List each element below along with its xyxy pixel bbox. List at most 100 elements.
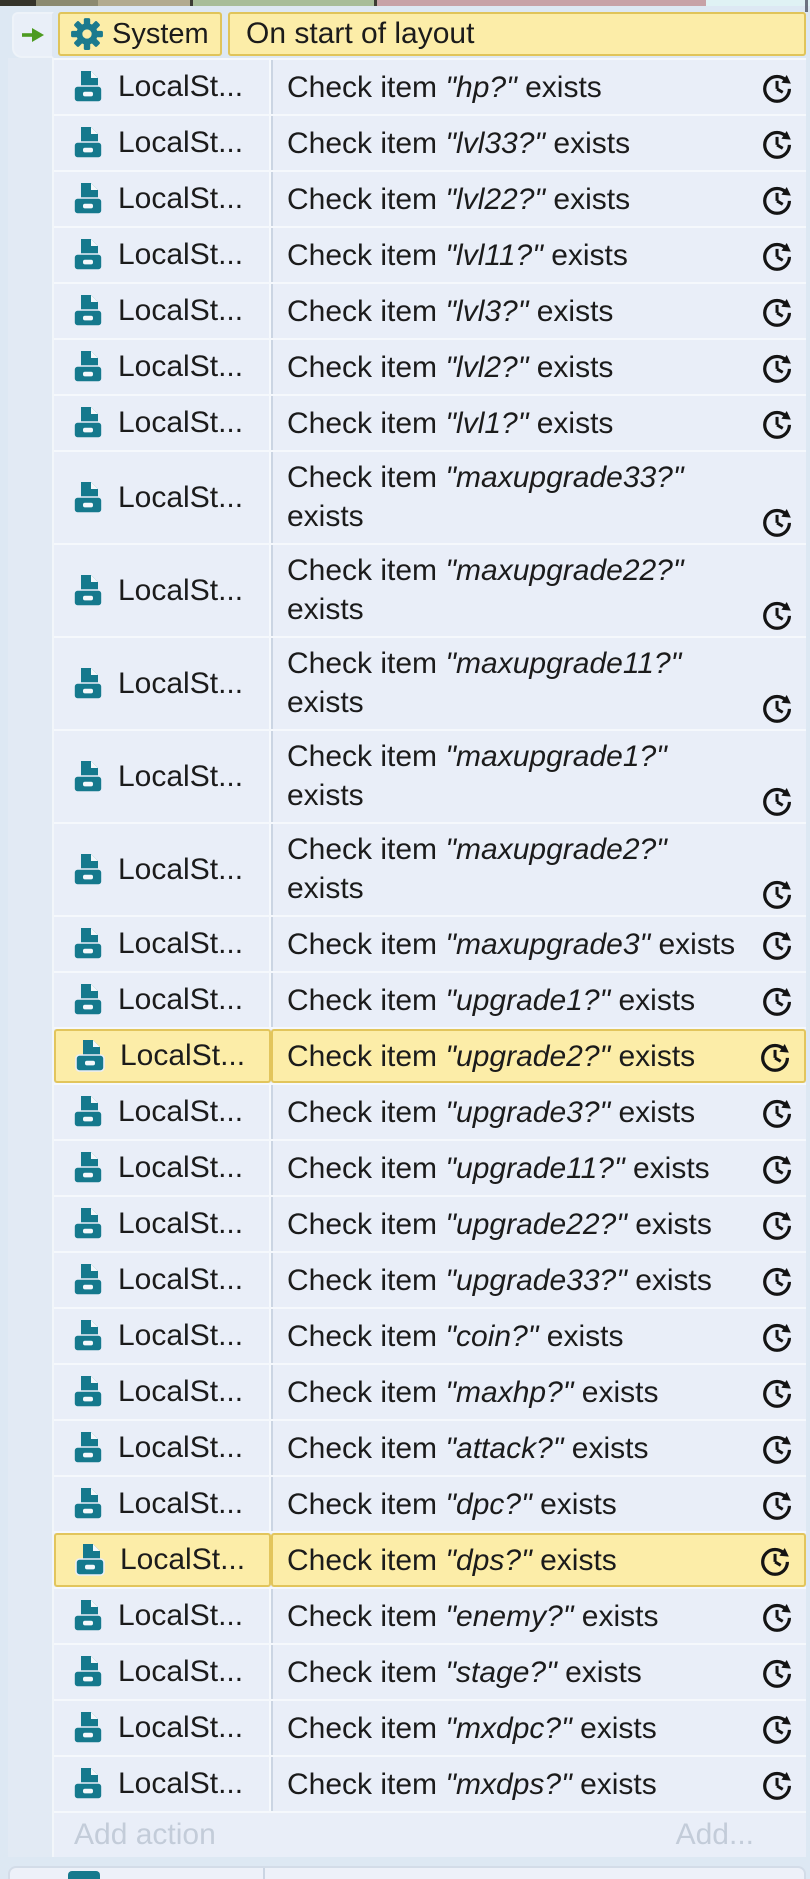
action-row[interactable]: LocalSt... Check item "upgrade2?" exists [54,1027,806,1083]
action-object-cell[interactable]: LocalSt... [54,1589,271,1643]
next-event-block[interactable] [8,1866,806,1879]
action-text-cell[interactable]: Check item "lvl33?" exists [271,116,806,170]
action-row[interactable]: LocalSt... Check item "upgrade1?" exists [54,971,806,1027]
action-row[interactable]: LocalSt... Check item "mxdpc?" exists [54,1699,806,1755]
action-object-name: LocalSt... [118,182,244,215]
action-text-cell[interactable]: Check item "upgrade11?" exists [271,1141,806,1195]
action-text-cell[interactable]: Check item "maxupgrade22?" exists [271,545,806,636]
action-text-prefix: Check item [287,1487,438,1521]
action-text-cell[interactable]: Check item "upgrade1?" exists [271,973,806,1027]
action-text-suffix: exists [287,872,364,905]
action-object-cell[interactable]: LocalSt... [54,1029,271,1083]
action-object-cell[interactable]: LocalSt... [54,1477,271,1531]
action-text-cell[interactable]: Check item "maxupgrade1?" exists [271,731,806,822]
action-row[interactable]: LocalSt... Check item "lvl11?" exists [54,226,806,282]
action-text-cell[interactable]: Check item "maxupgrade2?" exists [271,824,806,915]
action-text-cell[interactable]: Check item "lvl2?" exists [271,340,806,394]
action-text-cell[interactable]: Check item "hp?" exists [271,60,806,114]
action-object-cell[interactable]: LocalSt... [54,1365,271,1419]
action-row[interactable]: LocalSt... Check item "stage?" exists [54,1643,806,1699]
action-text-cell[interactable]: Check item "maxupgrade33?" exists [271,452,806,543]
action-row[interactable]: LocalSt... Check item "dpc?" exists [54,1475,806,1531]
action-row[interactable]: LocalSt... Check item "maxupgrade3" exis… [54,915,806,971]
localstorage-icon [70,480,106,516]
action-object-cell[interactable]: LocalSt... [54,1197,271,1251]
action-row[interactable]: LocalSt... Check item "hp?" exists [54,58,806,114]
action-item-name: "lvl11?" [445,238,543,272]
action-row[interactable]: LocalSt... Check item "mxdps?" exists [54,1755,806,1811]
action-text-cell[interactable]: Check item "dpc?" exists [271,1477,806,1531]
action-object-name: LocalSt... [118,406,244,439]
action-row[interactable]: LocalSt... Check item "upgrade3?" exists [54,1083,806,1139]
action-row[interactable]: LocalSt... Check item "maxupgrade11?" ex… [54,636,806,729]
action-object-cell[interactable]: LocalSt... [54,1701,271,1755]
action-row[interactable]: LocalSt... Check item "lvl22?" exists [54,170,806,226]
async-action-icon [759,1149,797,1187]
action-row[interactable]: LocalSt... Check item "maxupgrade22?" ex… [54,543,806,636]
action-object-cell[interactable]: LocalSt... [54,638,271,729]
action-row[interactable]: LocalSt... Check item "maxupgrade1?" exi… [54,729,806,822]
action-text-cell[interactable]: Check item "upgrade33?" exists [271,1253,806,1307]
action-object-cell[interactable]: LocalSt... [54,452,271,543]
action-object-cell[interactable]: LocalSt... [54,1421,271,1475]
action-row[interactable]: LocalSt... Check item "upgrade33?" exist… [54,1251,806,1307]
action-text-suffix: exists [551,238,628,272]
action-object-cell[interactable]: LocalSt... [54,973,271,1027]
action-row[interactable]: LocalSt... Check item "dps?" exists [54,1531,806,1587]
add-action-link[interactable]: Add action [54,1818,216,1852]
action-text-cell[interactable]: Check item "maxupgrade3" exists [271,917,806,971]
action-text-cell[interactable]: Check item "dps?" exists [271,1533,806,1587]
action-object-cell[interactable]: LocalSt... [54,1533,271,1587]
action-row[interactable]: LocalSt... Check item "maxupgrade2?" exi… [54,822,806,915]
action-object-cell[interactable]: LocalSt... [54,284,271,338]
action-text-cell[interactable]: Check item "stage?" exists [271,1645,806,1699]
action-row[interactable]: LocalSt... Check item "lvl3?" exists [54,282,806,338]
event-margin-box[interactable] [12,12,54,58]
action-object-cell[interactable]: LocalSt... [54,116,271,170]
action-text-cell[interactable]: Check item "lvl22?" exists [271,172,806,226]
action-row[interactable]: LocalSt... Check item "enemy?" exists [54,1587,806,1643]
action-object-cell[interactable]: LocalSt... [54,172,271,226]
action-object-cell[interactable]: LocalSt... [54,824,271,915]
action-object-cell[interactable]: LocalSt... [54,917,271,971]
action-text-cell[interactable]: Check item "attack?" exists [271,1421,806,1475]
action-row[interactable]: LocalSt... Check item "lvl2?" exists [54,338,806,394]
action-row[interactable]: LocalSt... Check item "coin?" exists [54,1307,806,1363]
action-row[interactable]: LocalSt... Check item "upgrade22?" exist… [54,1195,806,1251]
action-row[interactable]: LocalSt... Check item "lvl1?" exists [54,394,806,450]
action-object-cell[interactable]: LocalSt... [54,396,271,450]
action-text-cell[interactable]: Check item "lvl3?" exists [271,284,806,338]
action-object-cell[interactable]: LocalSt... [54,228,271,282]
action-object-cell[interactable]: LocalSt... [54,1141,271,1195]
action-text-cell[interactable]: Check item "enemy?" exists [271,1589,806,1643]
action-text-cell[interactable]: Check item "upgrade22?" exists [271,1197,806,1251]
action-row[interactable]: LocalSt... Check item "maxhp?" exists [54,1363,806,1419]
action-text-cell[interactable]: Check item "lvl11?" exists [271,228,806,282]
action-text-cell[interactable]: Check item "lvl1?" exists [271,396,806,450]
action-text-cell[interactable]: Check item "maxhp?" exists [271,1365,806,1419]
action-object-cell[interactable]: LocalSt... [54,60,271,114]
action-text-cell[interactable]: Check item "maxupgrade11?" exists [271,638,806,729]
action-object-cell[interactable]: LocalSt... [54,731,271,822]
action-item-name: "maxupgrade22?" [445,554,684,587]
action-row[interactable]: LocalSt... Check item "maxupgrade33?" ex… [54,450,806,543]
action-object-cell[interactable]: LocalSt... [54,340,271,394]
action-row[interactable]: LocalSt... Check item "upgrade11?" exist… [54,1139,806,1195]
event-header-row[interactable]: System On start of layout [8,10,806,58]
action-object-cell[interactable]: LocalSt... [54,1309,271,1363]
action-object-cell[interactable]: LocalSt... [54,1253,271,1307]
action-row[interactable]: LocalSt... Check item "lvl33?" exists [54,114,806,170]
event-condition-cell[interactable]: On start of layout [228,12,806,56]
action-row[interactable]: LocalSt... Check item "attack?" exists [54,1419,806,1475]
action-object-cell[interactable]: LocalSt... [54,1757,271,1811]
event-object-cell[interactable]: System [58,12,222,56]
action-text-cell[interactable]: Check item "mxdps?" exists [271,1757,806,1811]
action-object-cell[interactable]: LocalSt... [54,1085,271,1139]
add-more-link[interactable]: Add... [676,1818,754,1852]
action-object-cell[interactable]: LocalSt... [54,545,271,636]
action-text-cell[interactable]: Check item "coin?" exists [271,1309,806,1363]
action-text-cell[interactable]: Check item "upgrade3?" exists [271,1085,806,1139]
action-text-cell[interactable]: Check item "mxdpc?" exists [271,1701,806,1755]
action-text-cell[interactable]: Check item "upgrade2?" exists [271,1029,806,1083]
action-object-cell[interactable]: LocalSt... [54,1645,271,1699]
